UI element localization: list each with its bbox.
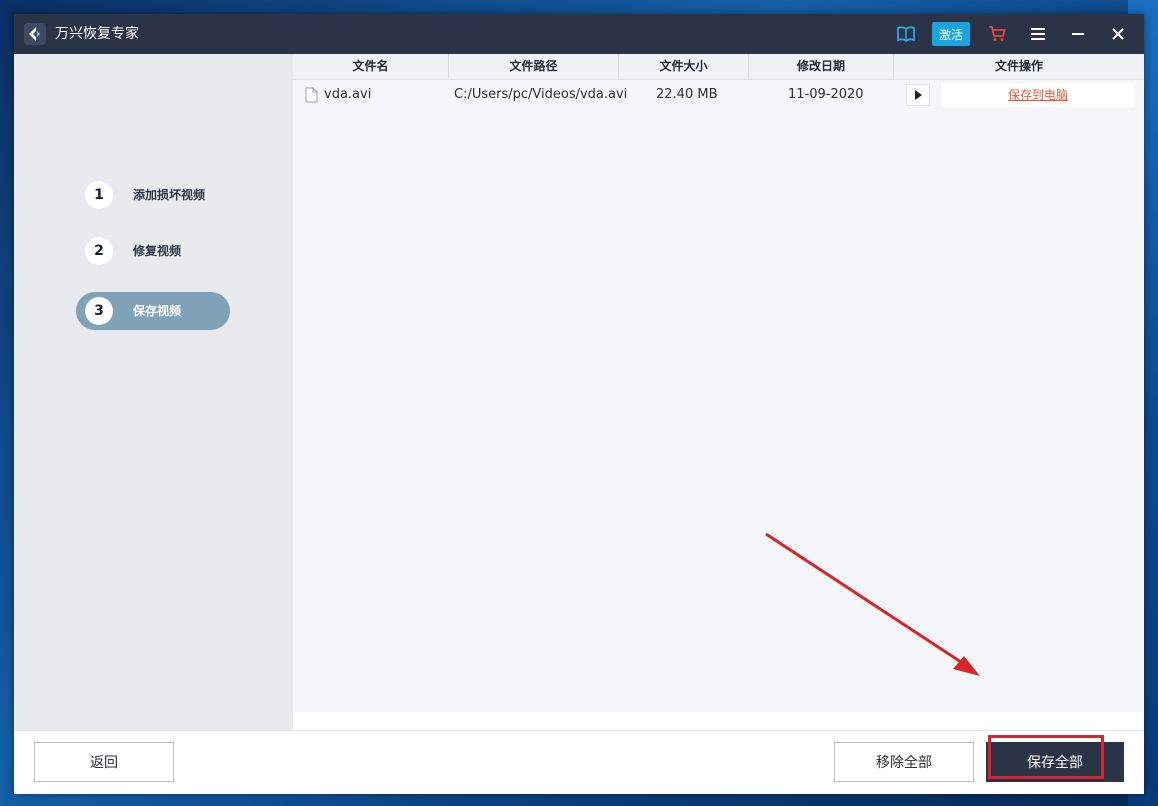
- step-label: 添加损坏视频: [133, 188, 206, 202]
- preview-play-button[interactable]: [906, 84, 930, 106]
- menu-icon[interactable]: [1026, 22, 1050, 46]
- step-number: 2: [85, 237, 113, 265]
- title-bar: 万兴恢复专家 激活: [14, 14, 1144, 54]
- cart-icon[interactable]: [985, 22, 1009, 46]
- app-title: 万兴恢复专家: [55, 26, 139, 42]
- minimize-icon[interactable]: [1066, 22, 1090, 46]
- app-window: 万兴恢复专家 激活 1 添加损坏视频 2 修复视频 3 保存视频 文件名 文件路…: [14, 14, 1144, 794]
- column-header-date[interactable]: 修改日期: [749, 54, 894, 79]
- app-logo-icon: [24, 23, 46, 45]
- modified-date: 11-09-2020: [788, 87, 864, 102]
- back-button[interactable]: 返回: [34, 742, 174, 782]
- file-table: 文件名 文件路径 文件大小 修改日期 文件操作 vda.avi C:/Users…: [293, 54, 1144, 712]
- step-number: 1: [85, 181, 113, 209]
- step-save-video: 3 保存视频: [76, 292, 230, 330]
- file-size: 22.40 MB: [656, 87, 718, 102]
- save-to-pc-link[interactable]: 保存到电脑: [941, 83, 1135, 107]
- highlight-annotation: [988, 735, 1104, 779]
- step-add-video: 1 添加损坏视频: [76, 176, 230, 214]
- book-icon[interactable]: [894, 22, 918, 46]
- column-header-path[interactable]: 文件路径: [449, 54, 619, 79]
- column-header-size[interactable]: 文件大小: [619, 54, 749, 79]
- file-path: C:/Users/pc/Videos/vda.avi: [454, 87, 628, 102]
- play-icon: [915, 90, 922, 100]
- table-header: 文件名 文件路径 文件大小 修改日期 文件操作: [293, 54, 1144, 80]
- table-row[interactable]: vda.avi C:/Users/pc/Videos/vda.avi 22.40…: [293, 80, 1144, 110]
- table-bottom-strip: [293, 712, 1144, 730]
- step-label: 保存视频: [133, 304, 182, 318]
- step-number: 3: [85, 297, 113, 325]
- step-repair-video: 2 修复视频: [76, 232, 230, 270]
- close-icon[interactable]: [1106, 22, 1130, 46]
- action-footer: 返回 移除全部 保存全部: [14, 730, 1144, 794]
- remove-all-button[interactable]: 移除全部: [834, 742, 974, 782]
- column-header-name[interactable]: 文件名: [293, 54, 449, 79]
- step-label: 修复视频: [133, 244, 182, 258]
- steps-sidebar: 1 添加损坏视频 2 修复视频 3 保存视频: [14, 54, 293, 730]
- file-name: vda.avi: [324, 87, 372, 102]
- file-icon: [305, 87, 318, 103]
- column-header-action: 文件操作: [994, 59, 1043, 73]
- activate-button[interactable]: 激活: [932, 22, 970, 46]
